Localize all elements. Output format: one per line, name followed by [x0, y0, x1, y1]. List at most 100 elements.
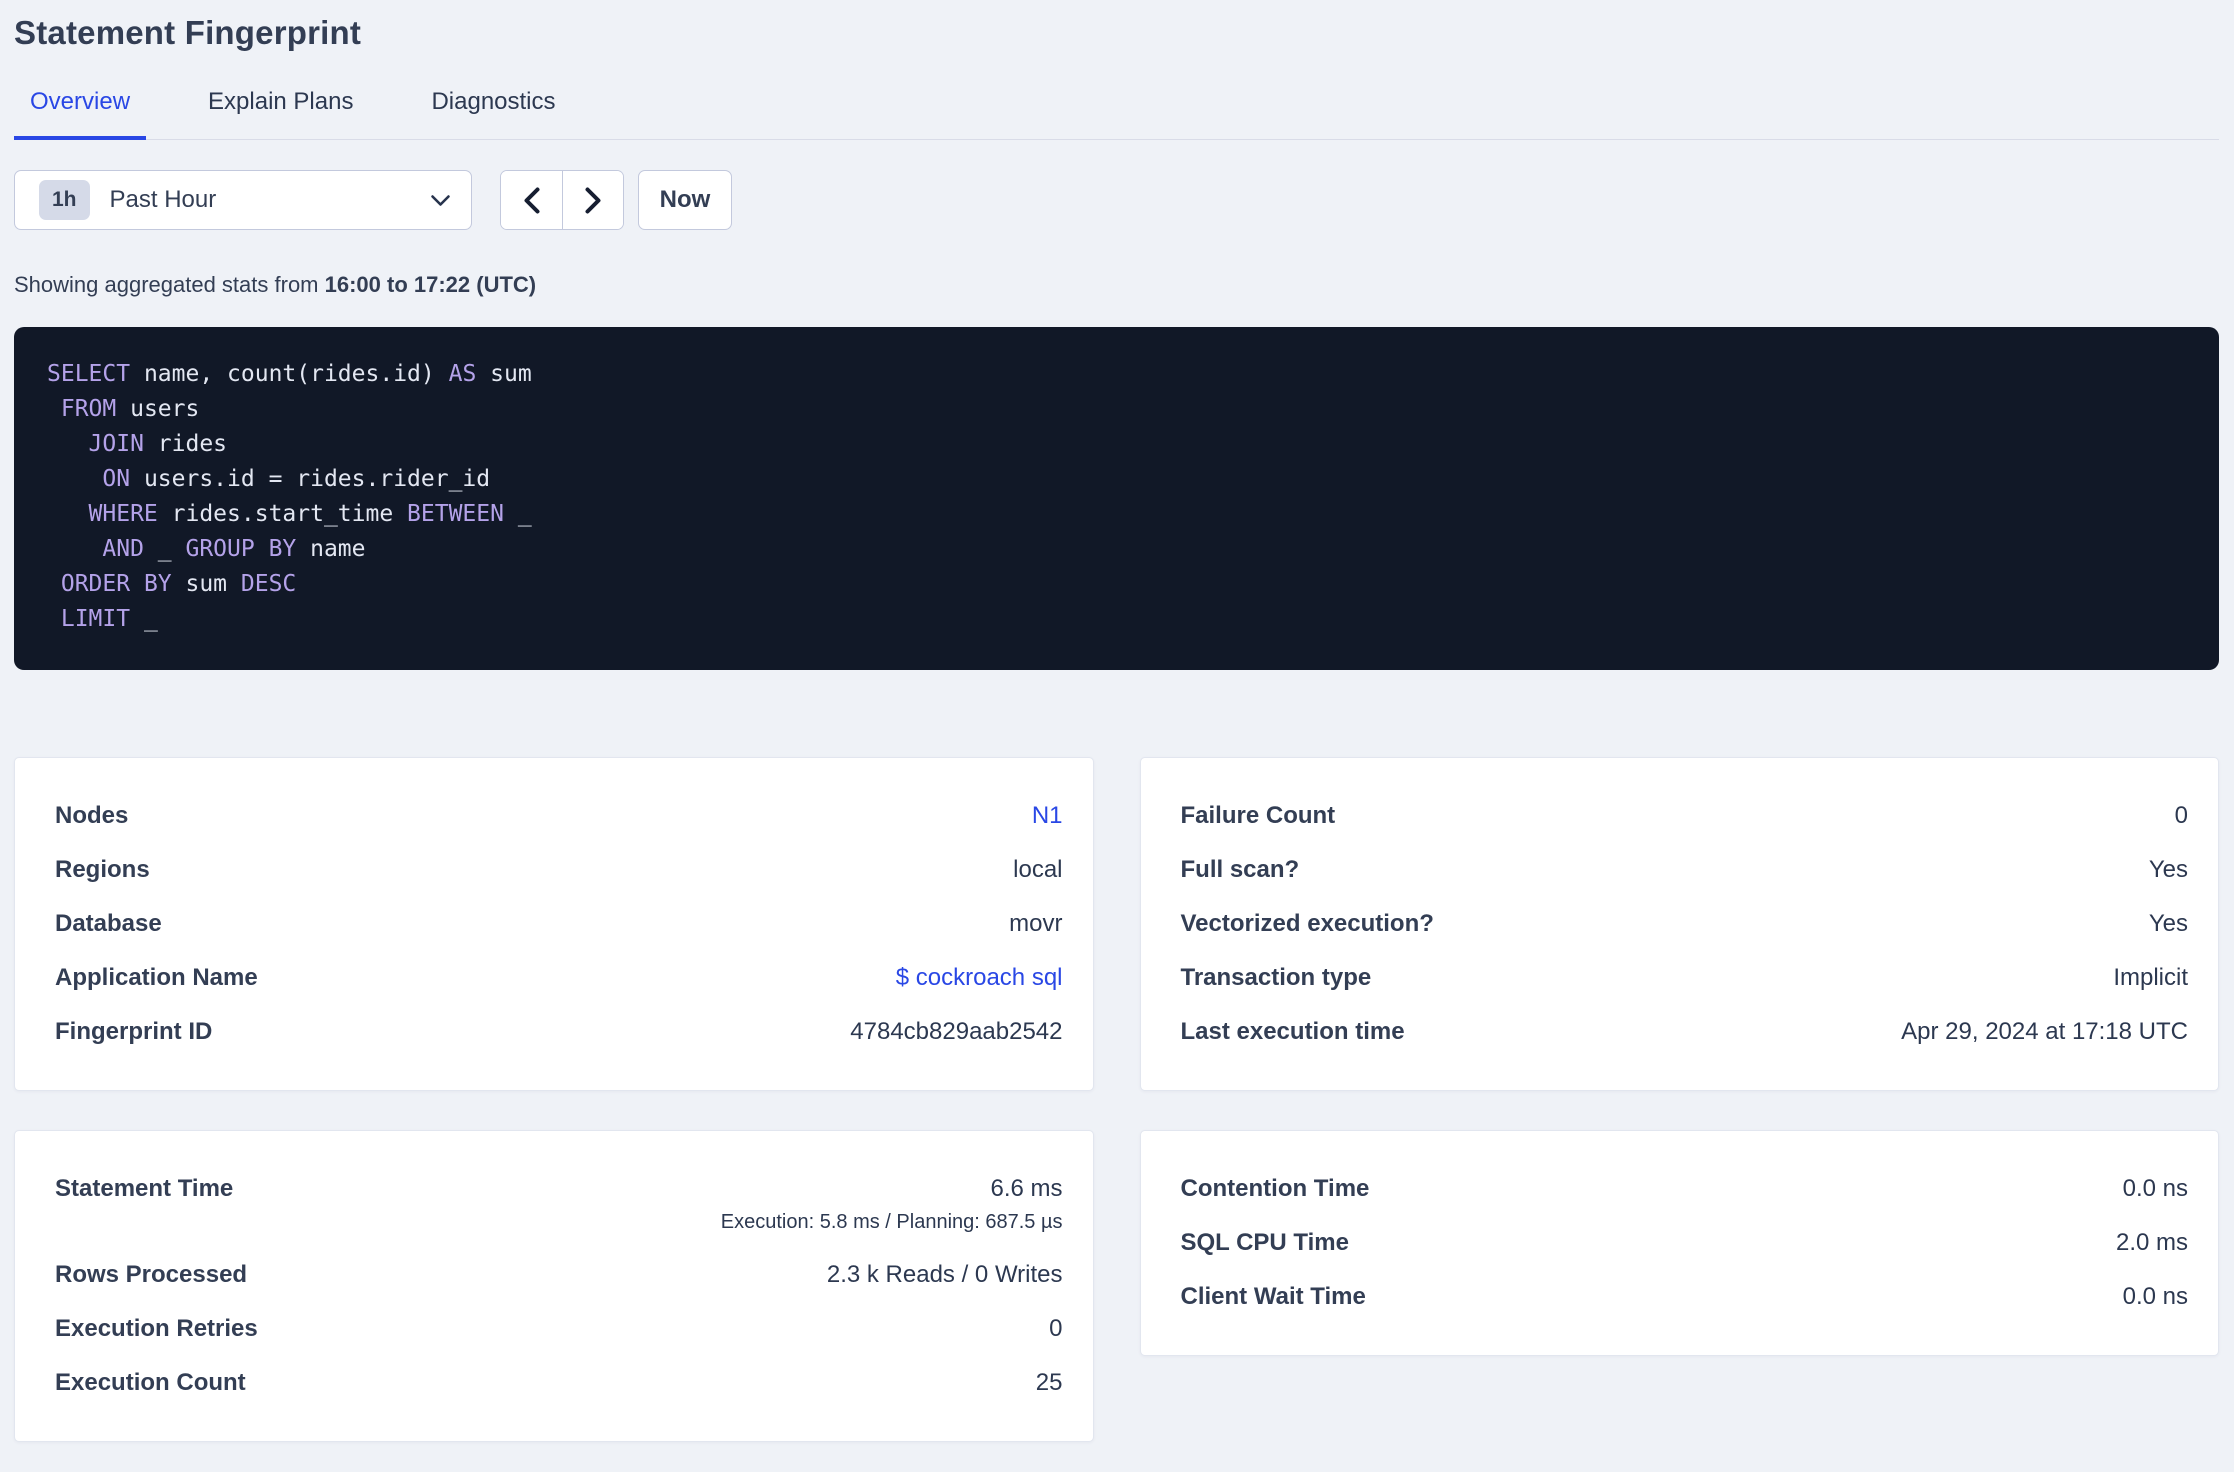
sql-cpu-time-value: 2.0 ms: [2115, 1229, 2188, 1256]
sql-statement-box: SELECT name, count(rides.id) AS sum FROM…: [14, 327, 2219, 670]
client-wait-time-row: Client Wait Time 0.0 ns: [1181, 1283, 2189, 1311]
execution-count-value-group: 25: [1036, 1369, 1063, 1397]
statement-fingerprint-page: Statement Fingerprint Overview Explain Pl…: [0, 14, 2234, 1442]
sql-line: SELECT name, count(rides.id) AS sum: [47, 357, 2186, 392]
rows-processed-value-group: 2.3 k Reads / 0 Writes: [827, 1261, 1063, 1289]
application-name-label: Application Name: [55, 964, 258, 991]
sql-keyword: LIMIT: [60, 606, 131, 632]
fingerprint-id-value-group: 4784cb829aab2542: [850, 1018, 1062, 1046]
aggregation-caption-prefix: Showing aggregated stats from: [14, 272, 325, 297]
sql-keyword: WHERE: [88, 501, 158, 527]
execution-retries-row: Execution Retries 0: [55, 1315, 1063, 1343]
vectorized-execution-value-group: Yes: [2149, 910, 2188, 938]
summary-cards-grid: Nodes N1 Regions local Database movr Applicati…: [14, 757, 2219, 1442]
rows-processed-row: Rows Processed 2.3 k Reads / 0 Writes: [55, 1261, 1063, 1289]
transaction-type-value-group: Implicit: [2113, 964, 2188, 992]
sql-cpu-time-value-group: 2.0 ms: [2116, 1229, 2188, 1257]
sql-keyword: AS: [448, 361, 477, 387]
full-scan-row: Full scan? Yes: [1181, 856, 2189, 884]
tab-explain-plans[interactable]: Explain Plans: [192, 88, 369, 140]
fingerprint-id-label: Fingerprint ID: [55, 1018, 213, 1045]
fingerprint-id-value: 4784cb829aab2542: [850, 1018, 1063, 1045]
now-button[interactable]: Now: [638, 170, 732, 230]
statement-time-value-group: 6.6 ms Execution: 5.8 ms / Planning: 687.…: [721, 1175, 1063, 1235]
time-range-dropdown[interactable]: 1h Past Hour: [14, 170, 472, 230]
sql-cpu-time-row: SQL CPU Time 2.0 ms: [1181, 1229, 2189, 1257]
statement-time-value: 6.6 ms: [990, 1175, 1063, 1202]
transaction-type-label: Transaction type: [1180, 964, 1372, 991]
sql-keyword: FROM: [60, 396, 117, 422]
aggregation-caption: Showing aggregated stats from 16:00 to 1…: [14, 270, 2219, 300]
sql-text: _: [130, 606, 158, 632]
statement-time-subvalue: Execution: 5.8 ms / Planning: 687.5 µs: [720, 1211, 1063, 1233]
failure-count-value-group: 0: [2175, 802, 2188, 830]
sql-text: users.id = rides.rider_id: [130, 466, 491, 492]
last-execution-time-row: Last execution time Apr 29, 2024 at 17:18…: [1181, 1018, 2189, 1046]
time-range-label: Past Hour: [109, 186, 217, 213]
tab-diagnostics[interactable]: Diagnostics: [415, 88, 571, 140]
application-name-link[interactable]: $ cockroach sql: [896, 964, 1063, 992]
sql-line: WHERE rides.start_time BETWEEN _: [47, 497, 2186, 532]
execution-count-label: Execution Count: [55, 1369, 246, 1396]
chevron-left-icon: [524, 187, 540, 213]
failure-count-label: Failure Count: [1180, 802, 1336, 829]
fingerprint-id-row: Fingerprint ID 4784cb829aab2542: [55, 1018, 1063, 1046]
vectorized-execution-label: Vectorized execution?: [1180, 910, 1434, 937]
contention-time-label: Contention Time: [1180, 1175, 1370, 1202]
database-value: movr: [1009, 910, 1063, 937]
client-wait-time-value: 0.0 ns: [2122, 1283, 2188, 1310]
sql-line: JOIN rides: [47, 427, 2186, 462]
next-time-window-button[interactable]: [562, 171, 623, 229]
nodes-value-group: N1: [1032, 802, 1063, 830]
sql-keyword: SELECT: [47, 361, 131, 387]
full-scan-value-group: Yes: [2149, 856, 2188, 884]
previous-time-window-button[interactable]: [501, 171, 562, 229]
transaction-type-row: Transaction type Implicit: [1181, 964, 2189, 992]
statement-time-row: Statement Time 6.6 ms Execution: 5.8 ms / …: [55, 1175, 1063, 1235]
last-execution-time-label: Last execution time: [1180, 1018, 1405, 1045]
sql-text: name: [296, 536, 366, 562]
nodes-link[interactable]: N1: [1032, 802, 1063, 830]
execution-count-value: 25: [1035, 1369, 1063, 1396]
tab-overview[interactable]: Overview: [14, 88, 147, 140]
sql-text: rides: [143, 431, 228, 457]
contention-time-value: 0.0 ns: [2122, 1175, 2188, 1202]
execution-count-row: Execution Count 25: [55, 1369, 1063, 1397]
vectorized-execution-row: Vectorized execution? Yes: [1181, 910, 2189, 938]
sql-keyword: JOIN: [88, 431, 144, 457]
sql-text: _: [143, 536, 186, 562]
nodes-label: Nodes: [55, 802, 129, 829]
statement-time-label: Statement Time: [55, 1175, 234, 1202]
sql-keyword: ON: [102, 466, 131, 492]
execution-retries-value-group: 0: [1049, 1315, 1062, 1343]
contention-time-value-group: 0.0 ns: [2123, 1175, 2188, 1203]
application-name-row: Application Name $ cockroach sql: [55, 964, 1063, 992]
sql-line: AND _ GROUP BY name: [47, 532, 2186, 567]
aggregation-caption-range: 16:00 to 17:22 (UTC): [324, 272, 537, 297]
regions-value-group: local: [1013, 856, 1062, 884]
nodes-row: Nodes N1: [55, 802, 1063, 830]
database-label: Database: [55, 910, 162, 937]
execution-retries-value: 0: [1049, 1315, 1063, 1342]
rows-processed-value: 2.3 k Reads / 0 Writes: [826, 1261, 1063, 1288]
sql-text: _: [503, 501, 532, 527]
sql-keyword: DESC: [240, 571, 297, 597]
rows-processed-label: Rows Processed: [55, 1261, 248, 1288]
database-row: Database movr: [55, 910, 1063, 938]
sql-text: users: [116, 396, 200, 422]
vectorized-execution-value: Yes: [2148, 910, 2188, 937]
contention-time-row: Contention Time 0.0 ns: [1181, 1175, 2189, 1203]
transaction-type-value: Implicit: [2113, 964, 2188, 991]
chevron-down-icon: [431, 194, 450, 206]
failure-count-row: Failure Count 0: [1181, 802, 2189, 830]
full-scan-label: Full scan?: [1180, 856, 1300, 883]
database-value-group: movr: [1009, 910, 1062, 938]
time-range-badge: 1h: [39, 180, 90, 220]
sql-keyword: BETWEEN: [407, 501, 504, 527]
failure-count-value: 0: [2174, 802, 2188, 829]
